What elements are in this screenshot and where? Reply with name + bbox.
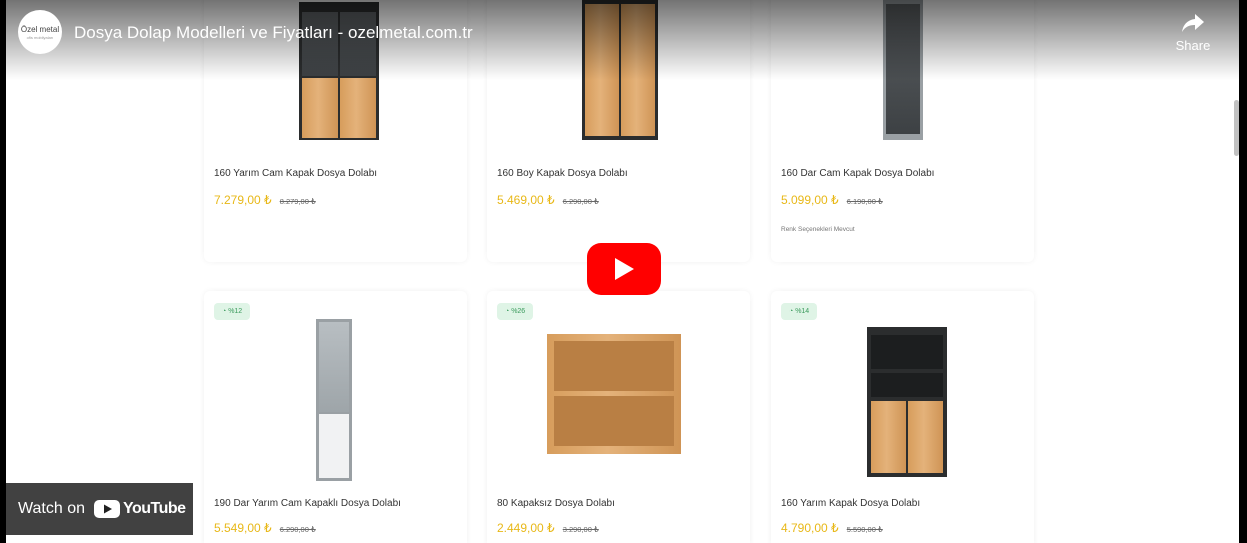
product-price: 5.099,00 ₺ 6.190,00 ₺ — [781, 193, 883, 207]
watch-on-youtube-button[interactable]: Watch on YouTube — [6, 483, 193, 535]
product-name[interactable]: 160 Yarım Kapak Dosya Dolabı — [781, 498, 920, 509]
product-price: 5.469,00 ₺ 6.290,00 ₺ — [497, 193, 599, 207]
product-card: ◔ %12 190 Dar Yarım Cam Kapaklı Dosya Do… — [204, 291, 467, 543]
old-price: 6.290,00 ₺ — [562, 197, 599, 206]
current-price: 5.099,00 ₺ — [781, 193, 839, 207]
product-note: Renk Seçenekleri Mevcut — [781, 226, 855, 233]
youtube-play-icon — [94, 500, 120, 518]
current-price: 5.549,00 ₺ — [214, 521, 272, 535]
discount-badge: ◔ %26 — [497, 303, 534, 320]
page-scrollbar-thumb — [1234, 100, 1239, 156]
product-card: ◔ %14 160 Yarım Kapak Dosya Dolabı 4.790… — [771, 291, 1034, 543]
share-button[interactable]: Share — [1168, 12, 1218, 53]
old-price: 5.590,00 ₺ — [846, 525, 883, 534]
old-price: 6.190,00 ₺ — [846, 197, 883, 206]
current-price: 7.279,00 ₺ — [214, 193, 272, 207]
youtube-logo: YouTube — [94, 500, 186, 518]
current-price: 5.469,00 ₺ — [497, 193, 555, 207]
product-name[interactable]: 160 Dar Cam Kapak Dosya Dolabı — [781, 168, 934, 179]
cabinet-image — [867, 327, 947, 477]
share-label: Share — [1175, 38, 1211, 53]
product-name[interactable]: 160 Boy Kapak Dosya Dolabı — [497, 168, 628, 179]
discount-badge: ◔ %12 — [214, 303, 251, 320]
product-name[interactable]: 160 Yarım Cam Kapak Dosya Dolabı — [214, 168, 377, 179]
product-card: ◔ %26 80 Kapaksız Dosya Dolabı 2.449,00 … — [487, 291, 750, 543]
channel-logo-sub: ofis mobilyaları — [26, 34, 54, 40]
share-arrow-icon — [1182, 14, 1204, 32]
channel-logo-text: Özel metal — [20, 24, 60, 34]
product-price: 5.549,00 ₺ 6.290,00 ₺ — [214, 521, 316, 535]
youtube-wordmark: YouTube — [123, 500, 186, 517]
channel-avatar[interactable]: Özel metal ofis mobilyaları — [18, 10, 62, 54]
cabinet-image — [547, 334, 681, 454]
product-name[interactable]: 80 Kapaksız Dosya Dolabı — [497, 498, 615, 509]
product-name[interactable]: 190 Dar Yarım Cam Kapaklı Dosya Dolabı — [214, 498, 401, 509]
video-title[interactable]: Dosya Dolap Modelleri ve Fiyatları - oze… — [74, 23, 473, 43]
old-price: 3.290,00 ₺ — [562, 525, 599, 534]
watch-on-label: Watch on — [18, 500, 85, 517]
product-price: 4.790,00 ₺ 5.590,00 ₺ — [781, 521, 883, 535]
current-price: 4.790,00 ₺ — [781, 521, 839, 535]
play-button[interactable] — [587, 243, 661, 295]
discount-badge: ◔ %14 — [781, 303, 818, 320]
old-price: 8.279,00 ₺ — [279, 197, 316, 206]
product-price: 2.449,00 ₺ 3.290,00 ₺ — [497, 521, 599, 535]
youtube-embed-player[interactable]: 160 Yarım Cam Kapak Dosya Dolabı 7.279,0… — [0, 0, 1247, 543]
play-icon — [615, 258, 634, 280]
cabinet-image — [316, 319, 352, 481]
product-price: 7.279,00 ₺ 8.279,00 ₺ — [214, 193, 316, 207]
old-price: 6.290,00 ₺ — [279, 525, 316, 534]
current-price: 2.449,00 ₺ — [497, 521, 555, 535]
